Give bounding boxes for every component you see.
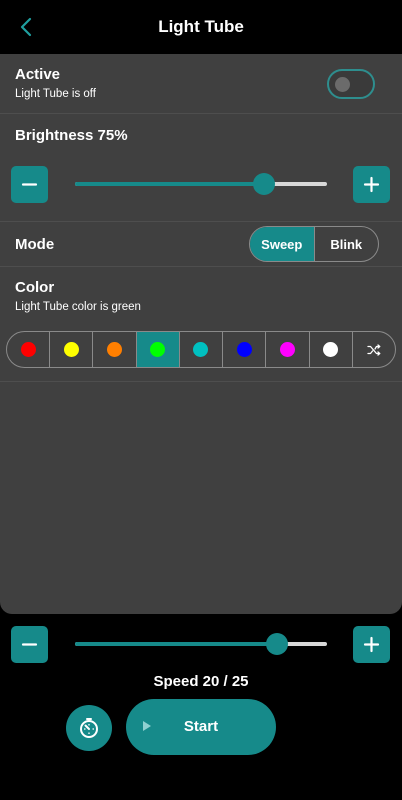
color-swatch[interactable] — [49, 332, 92, 367]
brightness-slider[interactable] — [75, 173, 327, 195]
speed-slider[interactable] — [75, 633, 327, 655]
brightness-decrease-button[interactable] — [11, 166, 48, 203]
plus-icon — [363, 176, 380, 193]
random-color-button[interactable] — [351, 332, 395, 367]
speed-slider-thumb[interactable] — [265, 633, 288, 655]
color-swatch[interactable] — [135, 332, 179, 367]
mode-segmented-control: Sweep Blink — [249, 226, 379, 262]
color-swatch[interactable] — [222, 332, 265, 367]
brightness-increase-button[interactable] — [353, 166, 390, 203]
color-swatch[interactable] — [92, 332, 135, 367]
divider — [0, 221, 402, 222]
shuffle-icon — [367, 343, 381, 356]
speed-slider-fill — [75, 642, 277, 646]
color-dot — [63, 342, 79, 357]
page-title: Light Tube — [158, 17, 244, 36]
start-button-label: Start — [183, 718, 219, 735]
color-swatch[interactable] — [7, 332, 49, 367]
color-picker — [6, 331, 396, 368]
divider — [0, 266, 402, 267]
speed-label: Speed 20 / 25 — [153, 673, 249, 690]
active-label: Active — [15, 66, 61, 83]
mode-label: Mode — [15, 236, 55, 253]
color-dot — [279, 342, 295, 357]
color-swatch[interactable] — [178, 332, 222, 367]
color-dot — [323, 342, 339, 357]
mode-sweep-button[interactable]: Sweep — [250, 227, 314, 261]
color-dot — [236, 342, 252, 357]
mode-blink-button[interactable]: Blink — [313, 227, 379, 261]
color-label: Color — [15, 279, 55, 296]
divider — [0, 381, 402, 382]
brightness-slider-fill — [75, 182, 264, 186]
minus-icon — [21, 643, 38, 646]
speed-increase-button[interactable] — [353, 626, 390, 663]
color-dot — [150, 342, 166, 357]
brightness-label: Brightness 75% — [15, 127, 128, 144]
top-bar: Light Tube — [0, 0, 402, 54]
start-button[interactable]: Start — [126, 699, 276, 755]
color-swatch[interactable] — [308, 332, 352, 367]
color-status: Light Tube color is green — [15, 301, 141, 313]
color-dot — [107, 342, 123, 357]
minus-icon — [21, 183, 38, 186]
color-dot — [20, 342, 36, 357]
active-status: Light Tube is off — [15, 88, 96, 100]
timer-button[interactable] — [66, 705, 112, 751]
divider — [0, 113, 402, 114]
toggle-knob — [335, 77, 350, 92]
active-toggle[interactable] — [327, 69, 375, 99]
color-swatch[interactable] — [265, 332, 308, 367]
speed-decrease-button[interactable] — [11, 626, 48, 663]
brightness-slider-thumb[interactable] — [253, 173, 275, 195]
color-dot — [193, 342, 209, 357]
timer-icon — [80, 718, 98, 738]
plus-icon — [363, 636, 380, 653]
